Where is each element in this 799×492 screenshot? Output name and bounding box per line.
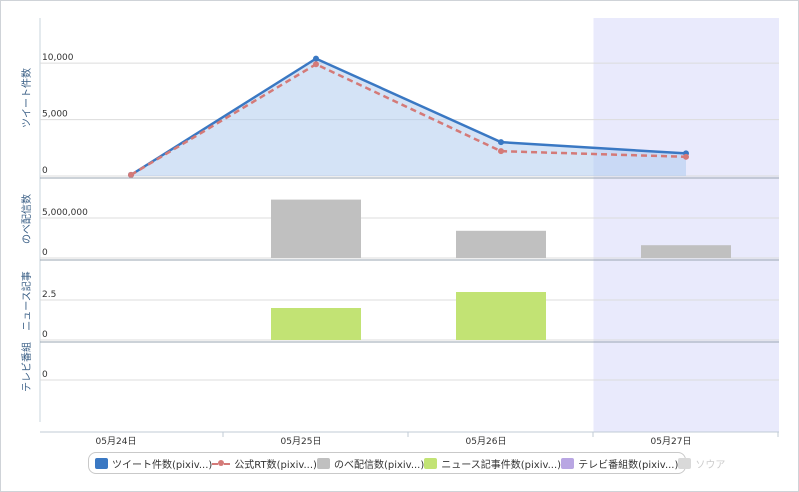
x-tick-label: 05月26日 xyxy=(466,436,507,447)
y-tick-label: 0 xyxy=(42,330,48,340)
legend-swatch xyxy=(316,457,330,469)
data-point xyxy=(683,153,689,160)
legend-item[interactable]: ソウア xyxy=(678,456,725,471)
y-tick-label: 2.5 xyxy=(42,290,56,300)
legend-swatch xyxy=(678,457,692,469)
data-point xyxy=(128,171,134,178)
legend-swatch xyxy=(95,457,108,469)
legend-swatch xyxy=(561,457,575,469)
legend-item[interactable]: 公式RT数(pixiv...) xyxy=(212,456,317,471)
data-point xyxy=(313,61,319,68)
bar xyxy=(271,308,361,340)
legend-swatch xyxy=(424,457,438,469)
x-tick-label: 05月27日 xyxy=(651,436,692,447)
highlight-band xyxy=(593,18,779,432)
multi-panel-chart: 0 5,000 10,000 ツイート件数 0 5,000,000 のべ配信数 0 2.5 ニュー… xyxy=(20,18,779,447)
bar xyxy=(456,230,546,258)
y-tick-label: 0 xyxy=(42,166,48,176)
y-axis-label: テレビ番組 xyxy=(20,342,33,392)
chart-legend: ツイート件数(pixiv...) 公式RT数(pixiv...) のべ配信数(pix… xyxy=(88,452,725,474)
y-tick-label: 0 xyxy=(42,248,48,258)
y-axis-label: ツイート件数 xyxy=(20,68,33,128)
legend-label: ソウア xyxy=(695,459,726,471)
data-point xyxy=(313,55,319,62)
y-tick-label: 5,000,000 xyxy=(42,208,88,218)
y-axis-label: のべ配信数 xyxy=(20,194,33,244)
legend-item[interactable]: のべ配信数(pixiv...) xyxy=(316,456,425,471)
x-tick-label: 05月24日 xyxy=(96,436,137,447)
data-point xyxy=(498,148,504,155)
bar xyxy=(271,199,361,258)
legend-label: ニュース記事件数(pixiv...) xyxy=(441,459,562,471)
bar xyxy=(456,292,546,340)
data-point xyxy=(498,139,504,146)
legend-label: テレビ番組数(pixiv...) xyxy=(578,459,679,471)
legend-swatch xyxy=(212,458,231,469)
legend-label: のべ配信数(pixiv...) xyxy=(333,459,425,471)
chart-container: 0 5,000 10,000 ツイート件数 0 5,000,000 のべ配信数 0 2.5 ニュー… xyxy=(0,0,799,492)
y-tick-label: 10,000 xyxy=(42,53,74,63)
x-tick-label: 05月25日 xyxy=(281,436,322,447)
legend-label: 公式RT数(pixiv...) xyxy=(234,459,317,471)
y-axis-label: ニュース記事 xyxy=(20,271,33,331)
y-tick-label: 5,000 xyxy=(42,110,68,120)
bar xyxy=(641,245,731,258)
legend-item[interactable]: ツイート件数(pixiv...) xyxy=(95,456,212,471)
y-tick-label: 0 xyxy=(42,370,48,380)
legend-item[interactable]: テレビ番組数(pixiv...) xyxy=(561,456,678,471)
legend-item[interactable]: ニュース記事件数(pixiv...) xyxy=(424,456,561,471)
legend-label: ツイート件数(pixiv...) xyxy=(112,459,213,471)
